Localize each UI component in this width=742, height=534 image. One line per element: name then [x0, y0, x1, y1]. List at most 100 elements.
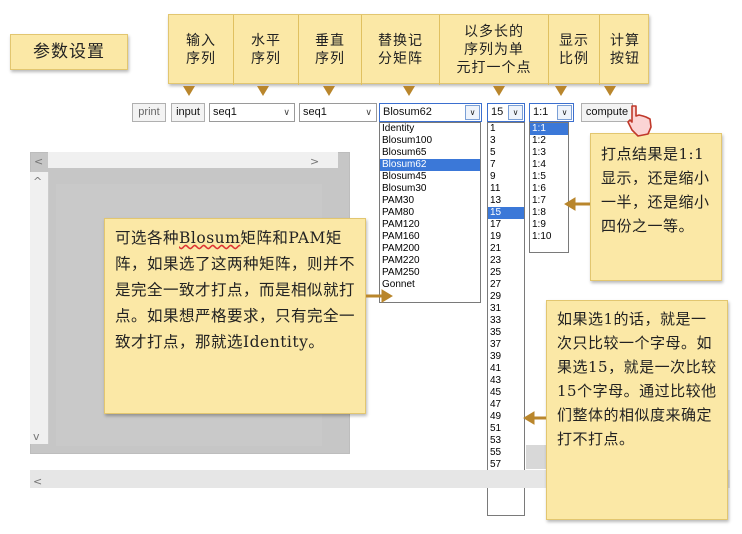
matrix-option[interactable]: PAM220 [380, 255, 480, 267]
input-button[interactable]: input [171, 103, 205, 122]
window-option[interactable]: 41 [488, 363, 524, 375]
window-option[interactable]: 35 [488, 327, 524, 339]
scale-option[interactable]: 1:2 [530, 135, 568, 147]
matrix-option[interactable]: PAM80 [380, 207, 480, 219]
horizontal-seq-select[interactable]: seq1 ∨ [209, 103, 295, 122]
vertical-seq-value: seq1 [303, 106, 327, 118]
chevron-down-icon: v [33, 430, 40, 443]
window-option[interactable]: 17 [488, 219, 524, 231]
matrix-dropdown-list[interactable]: Identity Blosum100 Blosum65 Blosum62 Blosum4… [379, 122, 481, 303]
header-window: 以多长的 序列为单 元打一个点 [456, 24, 532, 76]
window-option[interactable]: 43 [488, 375, 524, 387]
window-option[interactable]: 49 [488, 411, 524, 423]
window-value: 15 [491, 106, 504, 118]
matrix-option[interactable]: Blosum30 [380, 183, 480, 195]
window-option[interactable]: 1 [488, 123, 524, 135]
header-matrix: 替换记 分矩阵 [378, 33, 423, 67]
chevron-left-icon: < [34, 155, 43, 168]
scale-option[interactable]: 1:9 [530, 219, 568, 231]
window-option[interactable]: 7 [488, 159, 524, 171]
scale-value: 1:1 [533, 106, 549, 118]
window-option[interactable]: 23 [488, 255, 524, 267]
window-option[interactable]: 25 [488, 267, 524, 279]
print-button[interactable]: print [132, 103, 166, 122]
window-option[interactable]: 37 [488, 339, 524, 351]
matrix-option[interactable]: Blosum62 [380, 159, 480, 171]
window-option[interactable]: 29 [488, 291, 524, 303]
header-arrows [183, 86, 616, 96]
window-option[interactable]: 31 [488, 303, 524, 315]
page-title: 参数设置 [10, 34, 128, 70]
arrow-down-icon [323, 86, 335, 96]
scale-select[interactable]: 1:1 ∨ [529, 103, 574, 122]
scale-option[interactable]: 1:7 [530, 195, 568, 207]
matrix-select[interactable]: Blosum62 ∨ [379, 103, 482, 122]
window-option[interactable]: 55 [488, 447, 524, 459]
scale-option[interactable]: 1:5 [530, 171, 568, 183]
chevron-left-icon: < [33, 475, 42, 488]
window-option[interactable]: 39 [488, 351, 524, 363]
matrix-option[interactable]: Gonnet [380, 279, 480, 291]
header-legend: 输入 序列 水平 序列 垂直 序列 替换记 分矩阵 以多长的 序列为单 元打一个… [168, 14, 649, 85]
arrow-down-icon [555, 86, 567, 96]
matrix-option[interactable]: PAM250 [380, 267, 480, 279]
header-compute: 计算 按钮 [610, 33, 640, 67]
arrow-down-icon [257, 86, 269, 96]
window-select[interactable]: 15 ∨ [487, 103, 525, 122]
matrix-option[interactable]: PAM160 [380, 231, 480, 243]
scale-option[interactable]: 1:4 [530, 159, 568, 171]
window-explanation-note: 如果选1的话，就是一次只比较一个字母。如果选15，就是一次比较15个字母。通过比… [546, 300, 728, 520]
arrow-down-icon [403, 86, 415, 96]
chevron-down-icon: ∨ [283, 107, 290, 117]
window-option[interactable]: 21 [488, 243, 524, 255]
note-text: 矩阵和PAM矩阵，如果选了这两种矩阵，则并不是完全一致才打点，而是相似就打点。如… [115, 229, 356, 351]
scale-explanation-note: 打点结果是1:1显示，还是缩小一半，还是缩小四份之一等。 [590, 133, 722, 281]
window-option[interactable]: 19 [488, 231, 524, 243]
chevron-up-icon: ^ [33, 175, 42, 188]
scale-option[interactable]: 1:8 [530, 207, 568, 219]
window-option[interactable]: 5 [488, 147, 524, 159]
window-option[interactable]: 45 [488, 387, 524, 399]
matrix-option[interactable]: Identity [380, 123, 480, 135]
matrix-option[interactable]: Blosum100 [380, 135, 480, 147]
chevron-down-icon: ∨ [465, 105, 480, 120]
window-option[interactable]: 53 [488, 435, 524, 447]
window-option[interactable]: 9 [488, 171, 524, 183]
scale-option[interactable]: 1:10 [530, 231, 568, 243]
window-option[interactable]: 33 [488, 315, 524, 327]
header-scale: 显示 比例 [559, 33, 589, 67]
arrow-left-icon [523, 411, 535, 425]
scale-dropdown-list[interactable]: 1:1 1:2 1:3 1:4 1:5 1:6 1:7 1:8 1:9 1:10 [529, 122, 569, 253]
window-dropdown-list[interactable]: 1 3 5 7 9 11 13 15 17 19 21 23 25 27 29 31 33 35 37 39 41 43 4… [487, 122, 525, 516]
vertical-seq-select[interactable]: seq1 ∨ [299, 103, 377, 122]
arrow-down-icon [604, 86, 616, 96]
window-option[interactable]: 11 [488, 183, 524, 195]
window-option[interactable]: 27 [488, 279, 524, 291]
matrix-option[interactable]: PAM120 [380, 219, 480, 231]
scale-option[interactable]: 1:6 [530, 183, 568, 195]
window-option[interactable]: 13 [488, 195, 524, 207]
matrix-option[interactable]: PAM30 [380, 195, 480, 207]
arrow-down-icon [493, 86, 505, 96]
header-input-seq: 输入 序列 [186, 33, 216, 67]
header-horizontal-seq: 水平 序列 [251, 33, 281, 67]
chevron-right-icon: > [310, 155, 319, 168]
matrix-option[interactable]: PAM200 [380, 243, 480, 255]
note-text-spellcheck: Blosum [179, 229, 241, 247]
header-vertical-seq: 垂直 序列 [315, 33, 345, 67]
scale-option[interactable]: 1:1 [530, 123, 568, 135]
chevron-down-icon: ∨ [508, 105, 523, 120]
matrix-explanation-note: 可选各种Blosum矩阵和PAM矩阵，如果选了这两种矩阵，则并不是完全一致才打点… [104, 218, 366, 414]
scale-option[interactable]: 1:3 [530, 147, 568, 159]
note-text: 可选各种 [115, 229, 180, 247]
window-option[interactable]: 3 [488, 135, 524, 147]
horizontal-seq-value: seq1 [213, 106, 237, 118]
chevron-down-icon: ∨ [557, 105, 572, 120]
matrix-value: Blosum62 [383, 106, 432, 118]
window-option[interactable]: 51 [488, 423, 524, 435]
window-option[interactable]: 47 [488, 399, 524, 411]
matrix-option[interactable]: Blosum45 [380, 171, 480, 183]
arrow-down-icon [183, 86, 195, 96]
window-option[interactable]: 15 [488, 207, 524, 219]
matrix-option[interactable]: Blosum65 [380, 147, 480, 159]
